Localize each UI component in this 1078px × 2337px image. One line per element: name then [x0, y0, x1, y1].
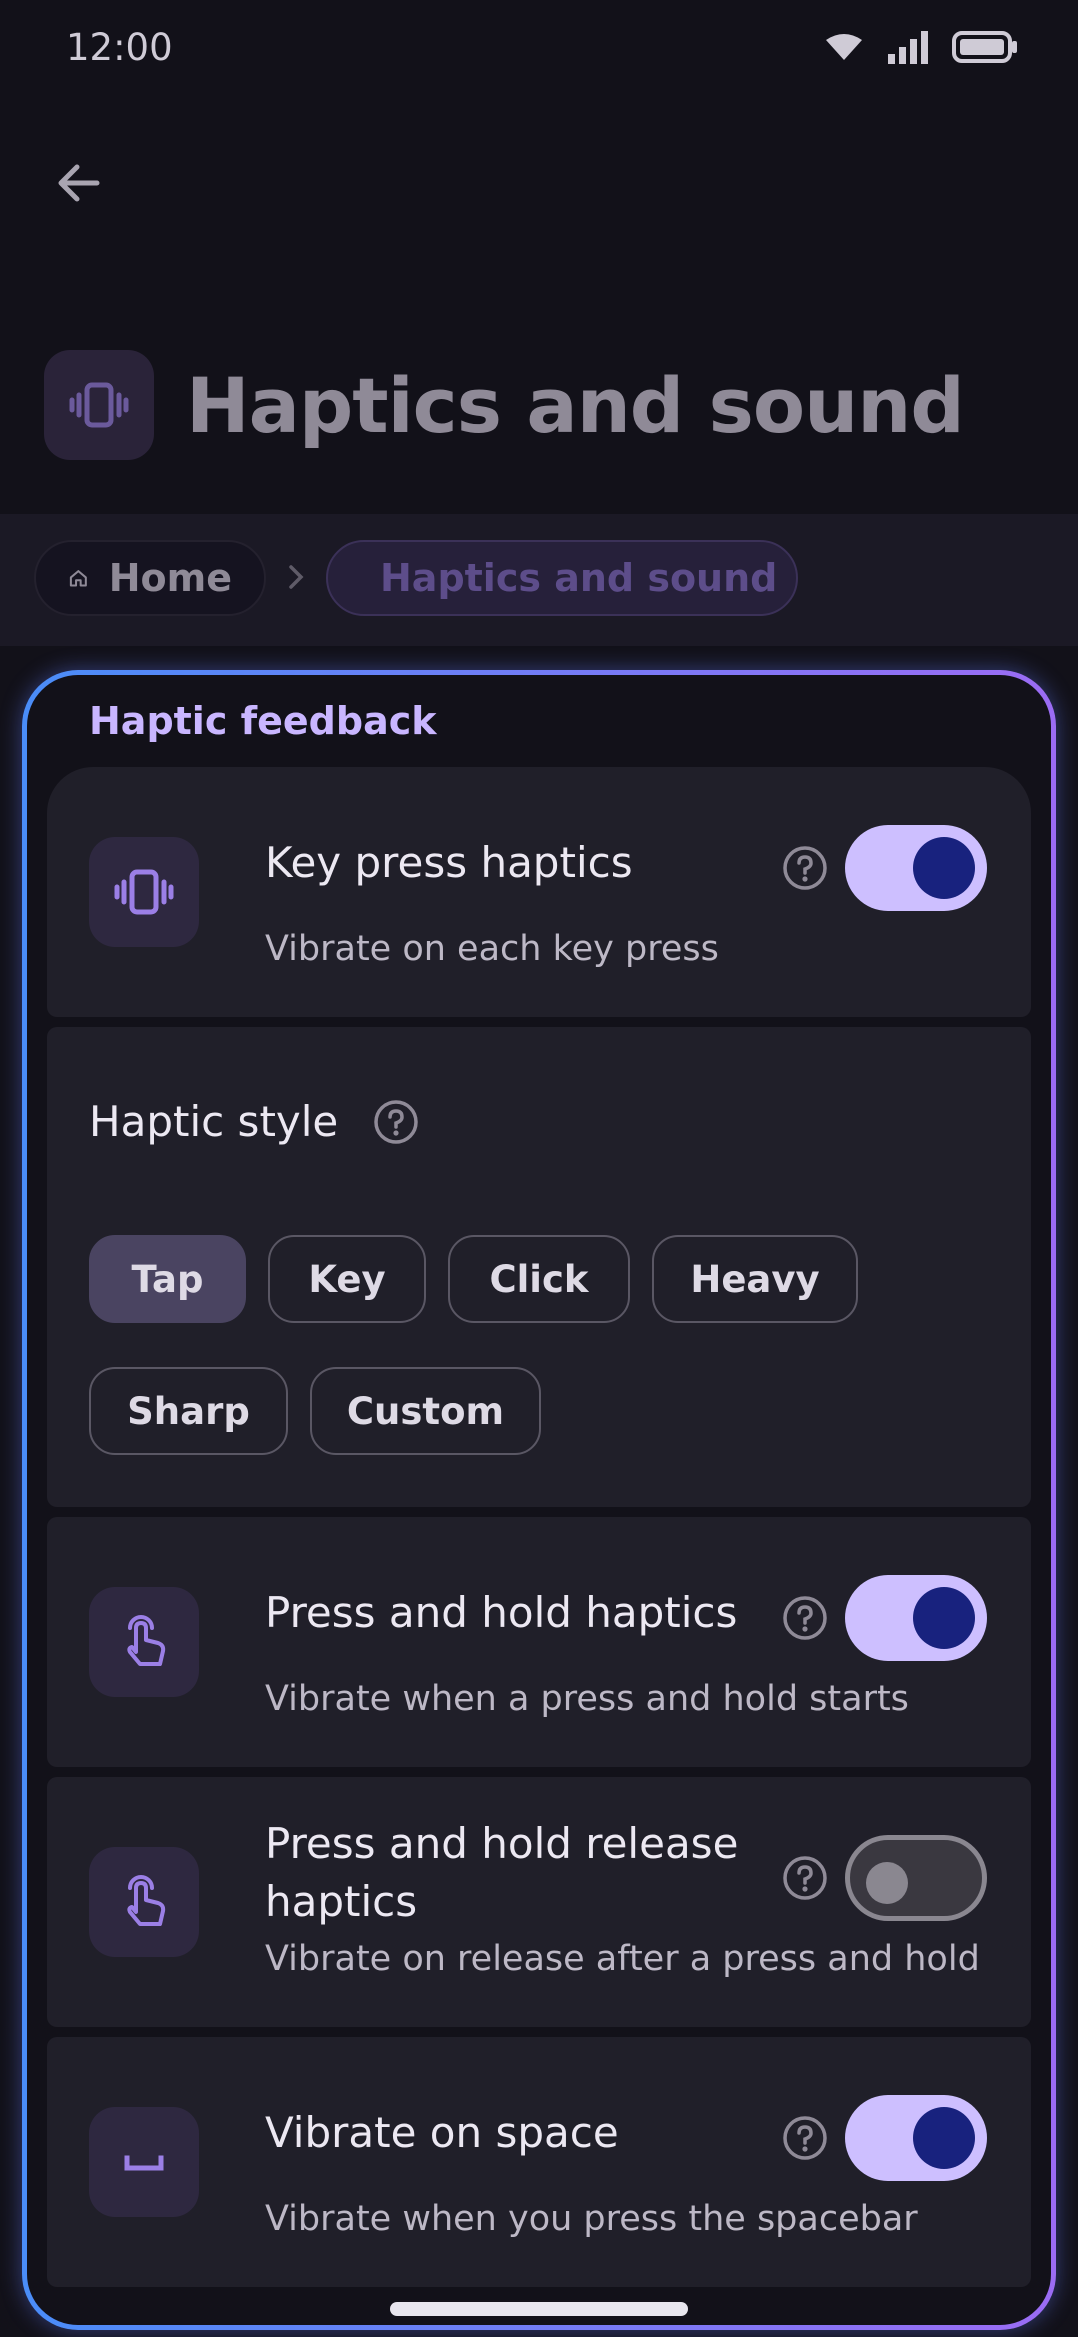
touch-icon: [127, 1875, 166, 1926]
header-icon-tile: [44, 350, 154, 460]
vibrate-space-toggle[interactable]: [845, 2095, 987, 2181]
press-hold-haptics-row[interactable]: Press and hold haptics Vibrate when a pr…: [47, 1517, 1031, 1767]
row-icon-tile: [89, 1847, 199, 1957]
chip-heavy[interactable]: Heavy: [652, 1235, 858, 1323]
press-hold-release-subtitle: Vibrate on release after a press and hol…: [265, 1939, 980, 1979]
help-icon[interactable]: [781, 844, 829, 892]
chip-key[interactable]: Key: [268, 1235, 426, 1323]
home-indicator[interactable]: [390, 2302, 688, 2316]
chip-click[interactable]: Click: [448, 1235, 630, 1323]
status-time: 12:00: [66, 26, 173, 69]
key-press-toggle[interactable]: [845, 825, 987, 911]
press-hold-release-toggle[interactable]: [845, 1835, 987, 1921]
help-icon[interactable]: [781, 2114, 829, 2162]
toggle-knob: [866, 1862, 908, 1904]
vibrate-icon: [69, 382, 129, 428]
vibrate-on-space-row[interactable]: Vibrate on space Vibrate when you press …: [47, 2037, 1031, 2287]
toggle-knob: [913, 2107, 975, 2169]
back-button[interactable]: [40, 145, 116, 221]
row-icon-tile: [89, 1587, 199, 1697]
press-hold-release-row[interactable]: Press and hold release haptics Vibrate o…: [47, 1777, 1031, 2027]
haptic-feedback-panel: Haptic feedback Key press haptics Vibrat…: [22, 670, 1056, 2330]
chip-sharp[interactable]: Sharp: [89, 1367, 288, 1455]
haptic-style-row: Haptic style Tap Key Click Heavy Sharp C…: [47, 1027, 1031, 1507]
breadcrumb-current-label: Haptics and sound: [380, 556, 778, 600]
key-press-title: Key press haptics: [265, 838, 633, 887]
key-press-haptics-row[interactable]: Key press haptics Vibrate on each key pr…: [47, 767, 1031, 1017]
status-bar: 12:00: [0, 0, 1078, 100]
press-hold-release-title-line1: Press and hold release: [265, 1819, 739, 1868]
key-press-subtitle: Vibrate on each key press: [265, 929, 719, 969]
haptic-style-title: Haptic style: [89, 1097, 339, 1146]
vibrate-space-title: Vibrate on space: [265, 2108, 619, 2157]
chip-custom[interactable]: Custom: [310, 1367, 541, 1455]
row-icon-tile: [89, 837, 199, 947]
vibrate-icon: [114, 869, 174, 915]
toggle-knob: [913, 1587, 975, 1649]
breadcrumb-home-label: Home: [108, 556, 232, 600]
chevron-right-icon: [289, 565, 304, 589]
touch-icon: [127, 1615, 166, 1666]
page-title: Haptics and sound: [186, 360, 965, 450]
press-hold-release-title: Press and hold release haptics: [265, 1815, 738, 1931]
arrow-left-icon: [58, 164, 100, 202]
breadcrumb: Home Haptics and sound: [0, 514, 1078, 646]
page-header: Haptics and sound: [44, 350, 965, 460]
press-hold-title: Press and hold haptics: [265, 1588, 738, 1637]
row-icon-tile: [89, 2107, 199, 2217]
chip-tap[interactable]: Tap: [89, 1235, 246, 1323]
signal-icon: [888, 31, 928, 64]
vibrate-space-subtitle: Vibrate when you press the spacebar: [265, 2199, 918, 2239]
help-icon[interactable]: [781, 1854, 829, 1902]
press-hold-subtitle: Vibrate when a press and hold starts: [265, 1679, 909, 1719]
breadcrumb-home[interactable]: Home: [34, 540, 266, 616]
press-hold-toggle[interactable]: [845, 1575, 987, 1661]
battery-icon: [952, 31, 1017, 63]
home-icon: [69, 570, 87, 587]
breadcrumb-current[interactable]: Haptics and sound: [326, 540, 798, 616]
section-title: Haptic feedback: [89, 699, 437, 743]
help-icon[interactable]: [372, 1098, 420, 1146]
wifi-icon: [826, 34, 862, 60]
press-hold-release-title-line2: haptics: [265, 1877, 418, 1926]
spacebar-icon: [124, 2155, 164, 2171]
toggle-knob: [913, 837, 975, 899]
help-icon[interactable]: [781, 1594, 829, 1642]
